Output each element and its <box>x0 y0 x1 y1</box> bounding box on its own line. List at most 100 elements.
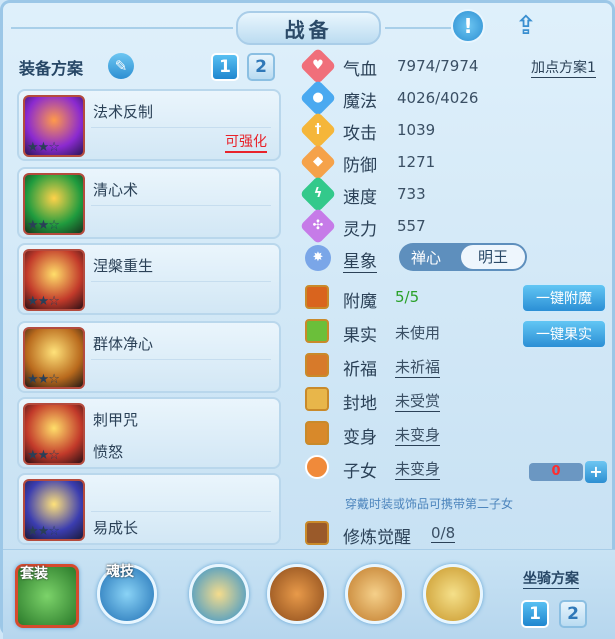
stat-value: 557 <box>397 217 426 235</box>
skill-card-6[interactable]: ★★☆ 易成长 <box>17 473 281 545</box>
skill-card-1[interactable]: ★★☆ 法术反制 可强化 <box>17 89 281 161</box>
ability-fief: 封地 未受赏 <box>299 385 615 415</box>
scheme-title: 装备方案 <box>19 59 84 78</box>
stat-label: 速度 <box>343 188 377 208</box>
skill-card-2[interactable]: ★★☆ 清心术 <box>17 167 281 239</box>
stat-value: 1039 <box>397 121 436 139</box>
card-divider <box>91 511 271 512</box>
page-title: 战备 <box>236 11 381 45</box>
ability-value[interactable]: 未变身 <box>395 458 441 480</box>
star-sign-icon: ✸ <box>305 245 331 271</box>
stat-defense: ◆ 防御 1271 <box>299 143 615 181</box>
stat-value: 7974/7974 <box>397 57 479 75</box>
star-option-2[interactable]: 明王 <box>461 245 525 269</box>
ability-value[interactable]: 未祈福 <box>395 356 441 378</box>
children-note: 穿戴时装或饰品可携带第二子女 <box>345 497 514 511</box>
fief-icon <box>305 387 329 411</box>
upgradable-tag[interactable]: 可强化 <box>225 131 267 153</box>
ability-value[interactable]: 未变身 <box>395 424 441 446</box>
skill-name: 涅槃重生 <box>93 257 154 275</box>
skill-slot-4[interactable] <box>423 564 483 624</box>
skill-card-3[interactable]: ★★☆ 涅槃重生 <box>17 243 281 315</box>
spirit-icon: ✣ <box>299 207 337 245</box>
heart-icon: ♥ <box>299 47 337 85</box>
card-divider <box>91 359 271 360</box>
soul-tag: 魂技 <box>106 564 134 580</box>
sword-icon: † <box>299 111 337 149</box>
skill-card-5[interactable]: ★★☆ 刺甲咒 愤怒 <box>17 397 281 469</box>
star-rating: ★★☆ <box>27 140 60 155</box>
ability-label: 子女 <box>343 462 377 482</box>
stat-label: 灵力 <box>343 220 377 240</box>
stat-label: 气血 <box>343 60 377 80</box>
skill-name: 易成长 <box>93 519 139 537</box>
scheme-tab-1[interactable]: 1 <box>211 53 239 81</box>
stat-value: 733 <box>397 185 426 203</box>
card-divider <box>91 281 271 282</box>
mana-icon: ● <box>299 79 337 117</box>
ability-label: 封地 <box>343 394 377 414</box>
cultivate-icon <box>305 521 329 545</box>
ability-value: 未使用 <box>395 324 441 342</box>
skill-name: 清心术 <box>93 181 139 199</box>
children-icon <box>305 455 329 479</box>
title-divider-left <box>11 27 233 29</box>
mount-tab-2[interactable]: 2 <box>559 600 587 628</box>
star-label[interactable]: 星象 <box>343 247 377 273</box>
star-option-1[interactable]: 禅心 <box>411 247 441 268</box>
stat-label: 攻击 <box>343 124 377 144</box>
skill-slot-2[interactable] <box>267 564 327 624</box>
ability-label: 附魔 <box>343 292 377 312</box>
bottom-bar: 套装 魂技 坐骑方案 1 2 <box>3 549 615 639</box>
ability-label: 修炼觉醒 <box>343 528 411 548</box>
suit-tag: 套装 <box>20 566 48 582</box>
scheme-tab-2[interactable]: 2 <box>247 53 275 81</box>
children-counter: 0 + <box>529 461 607 483</box>
battle-prep-panel: 战备 ! ⇪ 装备方案 ✎ 1 2 ★★☆ 法术反制 可强化 ★★☆ 清心术 ★… <box>0 0 615 639</box>
ability-value[interactable]: 0/8 <box>431 524 456 543</box>
one-click-fruit-button[interactable]: 一键果实 <box>521 319 607 349</box>
equipment-panel: 装备方案 ✎ 1 2 ★★☆ 法术反制 可强化 ★★☆ 清心术 ★★☆ 涅槃重生 <box>11 47 293 547</box>
ability-value: 5/5 <box>395 288 420 306</box>
stats-panel: 加点方案1 ♥ 气血 7974/7974 ● 魔法 4026/4026 † 攻击… <box>299 47 615 548</box>
enchant-icon <box>305 285 329 309</box>
share-icon[interactable]: ⇪ <box>509 9 543 43</box>
help-icon[interactable]: ! <box>451 9 485 43</box>
bless-icon <box>305 353 329 377</box>
skill-name: 群体净心 <box>93 335 154 353</box>
skill-card-4[interactable]: ★★☆ 群体净心 <box>17 321 281 393</box>
plus-icon[interactable]: + <box>585 461 607 483</box>
star-toggle[interactable]: 禅心 明王 <box>399 243 527 271</box>
ability-label: 祈福 <box>343 360 377 380</box>
star-rating: ★★☆ <box>27 524 60 539</box>
transform-icon <box>305 421 329 445</box>
stat-attack: † 攻击 1039 <box>299 111 615 149</box>
skill-name: 法术反制 <box>93 103 154 121</box>
ability-bless: 祈福 未祈福 <box>299 351 615 381</box>
stat-speed: ϟ 速度 733 <box>299 175 615 213</box>
skill-slot-1[interactable] <box>189 564 249 624</box>
one-click-enchant-button[interactable]: 一键附魔 <box>521 283 607 313</box>
ability-label: 变身 <box>343 428 377 448</box>
star-rating: ★★☆ <box>27 448 60 463</box>
card-divider <box>91 205 271 206</box>
star-rating: ★★☆ <box>27 372 60 387</box>
children-count: 0 <box>529 463 583 481</box>
edit-pencil-icon[interactable]: ✎ <box>108 53 134 79</box>
title-divider-right <box>385 27 451 29</box>
skill-slot-3[interactable] <box>345 564 405 624</box>
skill-sub: 愤怒 <box>93 443 124 461</box>
ability-value[interactable]: 未受赏 <box>395 390 441 412</box>
ability-label: 果实 <box>343 326 377 346</box>
ability-transform: 变身 未变身 <box>299 419 615 449</box>
suit-slot[interactable]: 套装 <box>15 564 79 628</box>
soul-skill-slot[interactable]: 魂技 <box>97 564 157 624</box>
stat-label: 防御 <box>343 156 377 176</box>
mount-tab-1[interactable]: 1 <box>521 600 549 628</box>
speed-icon: ϟ <box>299 175 337 213</box>
stat-label: 魔法 <box>343 92 377 112</box>
stat-value: 4026/4026 <box>397 89 479 107</box>
stat-spirit: ✣ 灵力 557 <box>299 207 615 245</box>
fruit-icon <box>305 319 329 343</box>
mount-scheme-title: 坐骑方案 <box>523 568 579 589</box>
